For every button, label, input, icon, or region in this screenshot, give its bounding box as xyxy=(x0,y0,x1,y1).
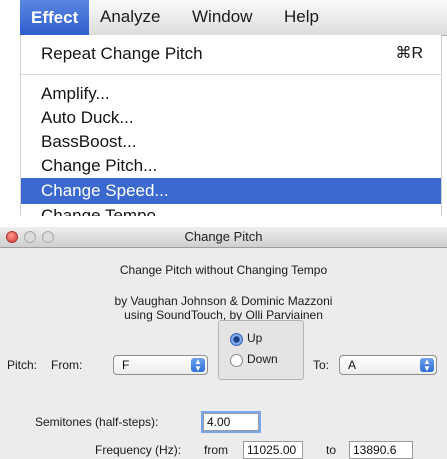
change-pitch-dialog: Change Pitch Change Pitch without Changi… xyxy=(0,227,447,459)
menu-separator xyxy=(21,74,441,75)
shortcut-label: ⌘R xyxy=(395,45,423,62)
from-pitch-value: F xyxy=(122,358,130,372)
menu-item-change-speed[interactable]: Change Speed... xyxy=(21,178,441,204)
menu-window[interactable]: Window xyxy=(184,5,260,29)
frequency-from-label: from xyxy=(204,443,228,457)
menu-bar: Effect Analyze Window Help xyxy=(20,0,447,36)
menu-item-label: Repeat Change Pitch xyxy=(41,44,203,63)
dialog-heading: Change Pitch without Changing Tempo xyxy=(119,263,328,277)
frequency-from-input[interactable]: 11025.00 xyxy=(243,441,303,459)
radio-up[interactable] xyxy=(230,333,243,346)
from-label: From: xyxy=(51,358,83,372)
pitch-label: Pitch: xyxy=(7,358,38,372)
radio-up-label: Up xyxy=(247,331,263,345)
effect-menu-dropdown: Repeat Change Pitch ⌘R Amplify... Auto D… xyxy=(20,35,442,216)
menu-item-repeat[interactable]: Repeat Change Pitch ⌘R xyxy=(21,41,441,67)
menu-help[interactable]: Help xyxy=(276,5,327,29)
popup-arrows-icon: ▲ ▼ xyxy=(191,358,205,373)
radio-down-label: Down xyxy=(247,352,278,366)
to-pitch-select[interactable]: A ▲ ▼ xyxy=(339,355,437,375)
popup-arrows-icon: ▲ ▼ xyxy=(420,358,434,373)
frequency-to-label: to xyxy=(326,443,337,457)
menu-effect[interactable]: Effect xyxy=(20,0,90,35)
menu-item-bassboost[interactable]: BassBoost... xyxy=(21,129,441,155)
from-pitch-select[interactable]: F ▲ ▼ xyxy=(113,355,208,375)
credits-line-1: by Vaughan Johnson & Dominic Mazzoni xyxy=(114,294,333,308)
frequency-to-input[interactable]: 13890.6 xyxy=(349,441,413,459)
menu-analyze[interactable]: Analyze xyxy=(92,5,168,29)
menu-item-change-pitch[interactable]: Change Pitch... xyxy=(21,153,441,179)
semitones-label: Semitones (half-steps): xyxy=(35,415,159,429)
to-label: To: xyxy=(313,358,330,372)
menu-item-auto-duck[interactable]: Auto Duck... xyxy=(21,105,441,131)
frequency-label: Frequency (Hz): xyxy=(95,443,182,457)
menu-item-amplify[interactable]: Amplify... xyxy=(21,81,441,107)
direction-group: Up Down xyxy=(218,320,304,380)
to-pitch-value: A xyxy=(348,358,357,372)
dialog-titlebar: Change Pitch xyxy=(0,227,447,248)
semitones-input[interactable]: 4.00 xyxy=(203,413,259,431)
menu-item-change-tempo[interactable]: Change Tempo xyxy=(21,203,441,216)
dialog-title: Change Pitch xyxy=(184,229,263,244)
radio-down[interactable] xyxy=(230,354,243,367)
